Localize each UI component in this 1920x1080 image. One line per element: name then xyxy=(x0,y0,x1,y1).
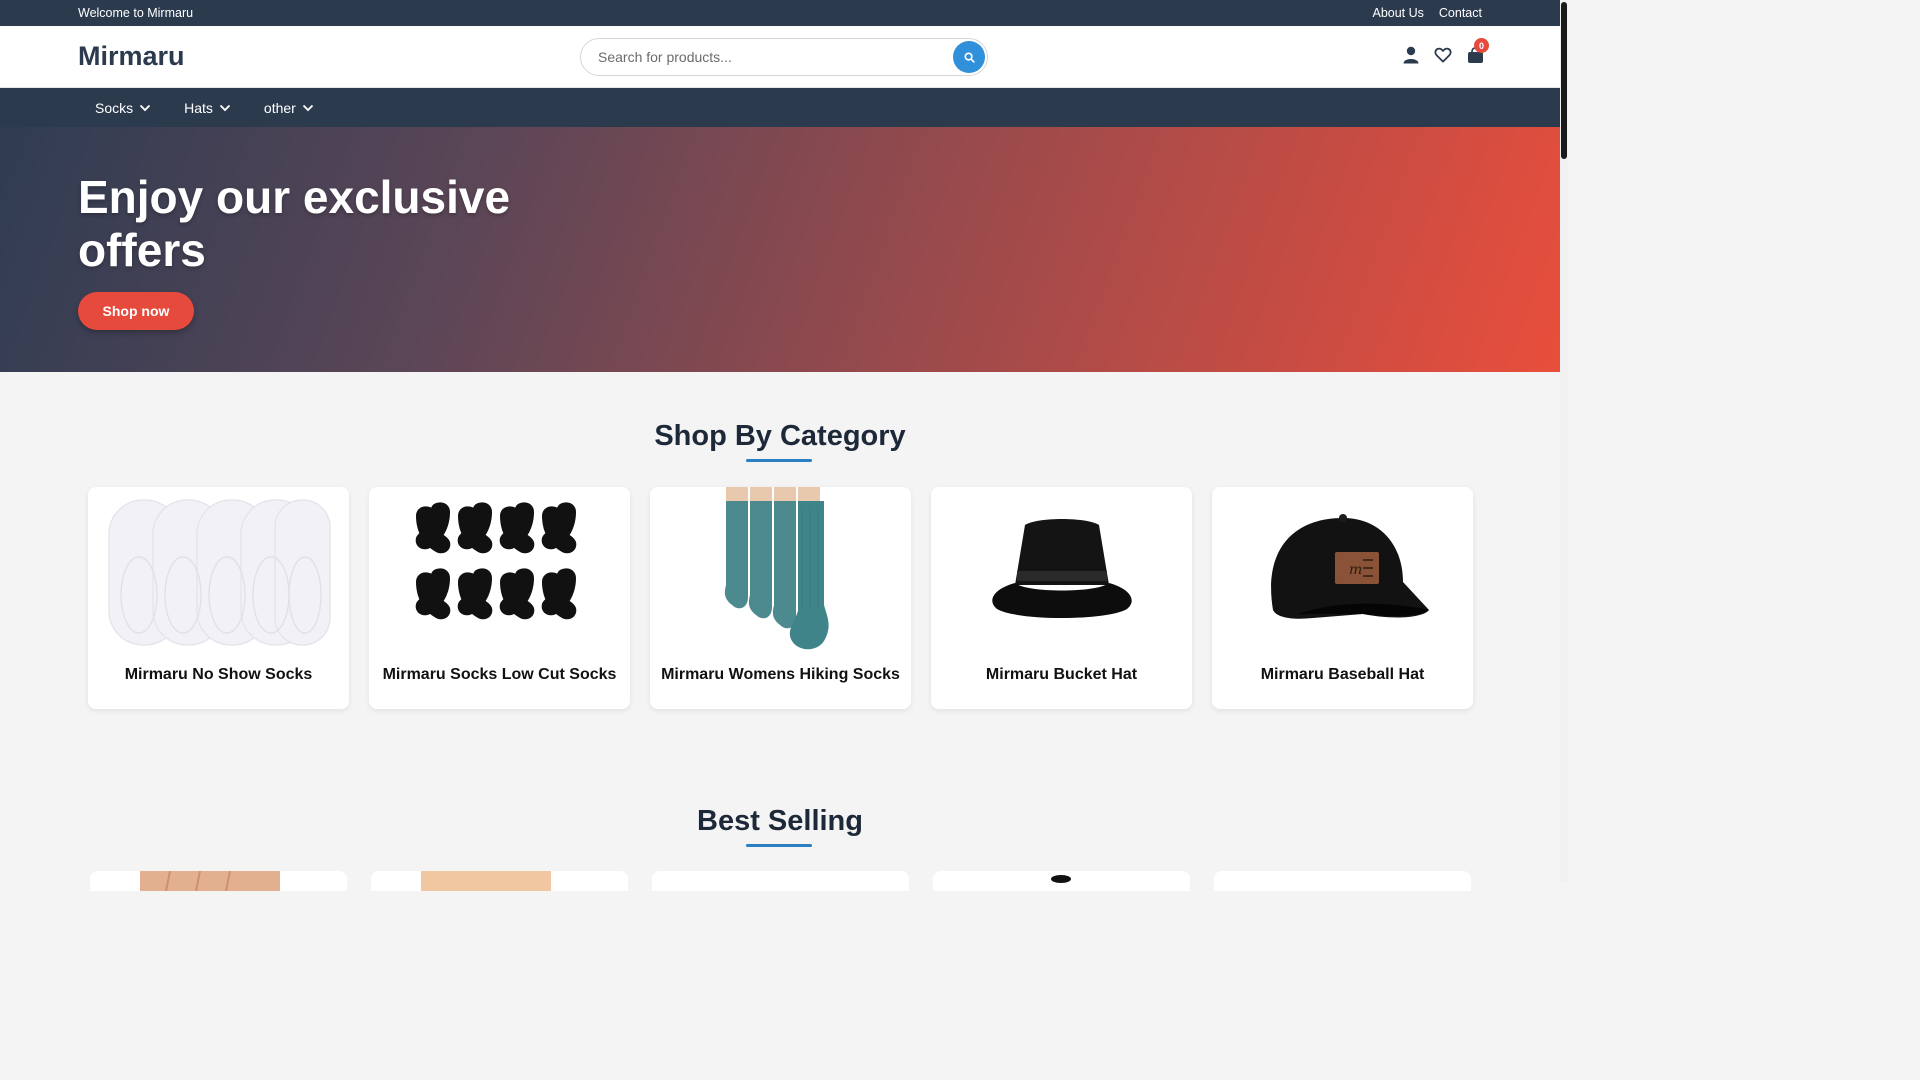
cart-count-badge: 0 xyxy=(1474,38,1489,53)
category-name: Mirmaru Baseball Hat xyxy=(1260,666,1425,683)
product-card[interactable] xyxy=(371,871,628,891)
search-icon xyxy=(963,51,975,63)
product-card[interactable] xyxy=(90,871,347,891)
header-actions: 0 xyxy=(1402,38,1489,65)
site-logo[interactable]: Mirmaru xyxy=(78,41,185,72)
title-underline xyxy=(746,459,812,462)
welcome-text: Welcome to Mirmaru xyxy=(78,6,194,20)
scrollbar-thumb[interactable] xyxy=(1561,2,1567,159)
wishlist-button[interactable] xyxy=(1434,45,1452,65)
nav-item-label: Socks xyxy=(95,99,134,116)
category-name: Mirmaru Socks Low Cut Socks xyxy=(382,666,617,683)
product-image xyxy=(421,871,551,891)
about-us-link[interactable]: About Us xyxy=(1372,6,1423,20)
page-scrollbar[interactable] xyxy=(1560,0,1568,882)
top-links: About Us Contact xyxy=(1372,6,1482,20)
category-name: Mirmaru Bucket Hat xyxy=(985,666,1138,683)
cart-button[interactable]: 0 xyxy=(1466,38,1489,65)
nav-item-label: other xyxy=(263,99,296,116)
category-list: Mirmaru No Show Socks Mirmaru Socks Low … xyxy=(88,487,1473,709)
chevron-down-icon xyxy=(302,104,314,111)
chevron-down-icon xyxy=(139,104,151,111)
product-image xyxy=(369,487,630,652)
product-image xyxy=(88,487,349,652)
account-button[interactable] xyxy=(1402,45,1420,65)
search-bar xyxy=(580,38,988,76)
category-name: Mirmaru Womens Hiking Socks xyxy=(661,666,900,683)
product-image xyxy=(650,487,911,652)
nav-item-other[interactable]: other xyxy=(264,100,314,116)
product-card[interactable] xyxy=(1214,871,1471,891)
category-name: Mirmaru No Show Socks xyxy=(124,666,313,683)
category-card[interactable]: Mirmaru Bucket Hat xyxy=(931,487,1192,709)
top-bar: Welcome to Mirmaru About Us Contact xyxy=(0,0,1568,26)
product-image xyxy=(140,871,280,891)
user-icon xyxy=(1403,46,1419,64)
best-selling-section-title: Best Selling xyxy=(697,805,863,837)
hero-banner: Enjoy our exclusive offers Shop now xyxy=(0,127,1560,372)
category-section-title: Shop By Category xyxy=(654,420,906,452)
search-input[interactable] xyxy=(581,49,941,65)
category-card[interactable]: Mirmaru Womens Hiking Socks xyxy=(650,487,911,709)
category-card[interactable]: Mirmaru No Show Socks xyxy=(88,487,349,709)
nav-item-hats[interactable]: Hats xyxy=(184,100,231,116)
site-header: Mirmaru 0 xyxy=(0,26,1568,88)
chevron-down-icon xyxy=(219,104,231,111)
category-card[interactable]: Mirmaru Socks Low Cut Socks xyxy=(369,487,630,709)
contact-link[interactable]: Contact xyxy=(1439,6,1482,20)
nav-item-label: Hats xyxy=(184,99,213,116)
best-selling-list xyxy=(90,871,1471,891)
category-card[interactable]: m Mirmaru Baseball Hat xyxy=(1212,487,1473,709)
title-underline xyxy=(746,844,812,847)
product-card[interactable] xyxy=(652,871,909,891)
shop-now-button[interactable]: Shop now xyxy=(78,292,194,330)
main-nav: Socks Hats other xyxy=(0,88,1568,127)
nav-item-socks[interactable]: Socks xyxy=(95,100,151,116)
product-image: m xyxy=(1212,487,1473,652)
heart-icon xyxy=(1434,47,1452,63)
product-card[interactable] xyxy=(933,871,1190,891)
product-image xyxy=(931,487,1192,652)
product-image xyxy=(1051,875,1071,883)
hero-title: Enjoy our exclusive offers xyxy=(78,171,511,276)
search-button[interactable] xyxy=(953,41,985,73)
svg-text:m: m xyxy=(1349,562,1362,578)
